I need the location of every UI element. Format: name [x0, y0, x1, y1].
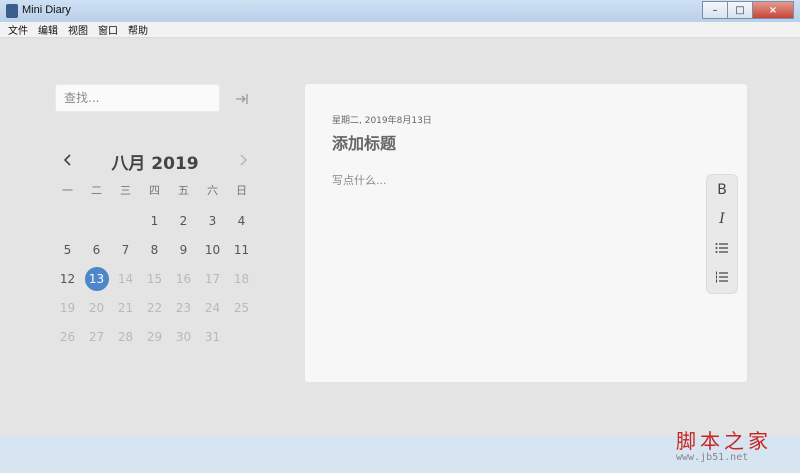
window-controls: – □ ×	[702, 1, 794, 19]
entry-date: 星期二, 2019年8月13日	[332, 116, 432, 126]
menu-view[interactable]: 视图	[68, 22, 88, 37]
app-content: 八月 2019 一 二 三 四 五 六 日 123456789101112131…	[0, 39, 800, 463]
italic-button[interactable]: I	[707, 207, 737, 231]
diary-editor: 星期二, 2019年8月13日 添加标题 写点什么... B I	[305, 84, 747, 382]
calendar-week-row: 5 6 7 8 9 10 11	[53, 235, 256, 264]
close-button[interactable]: ×	[752, 1, 794, 19]
watermark-url: www.jb51.net	[676, 452, 749, 463]
calendar-day[interactable]: 8	[140, 235, 169, 264]
calendar-week-row: 1234	[53, 206, 256, 235]
calendar-day[interactable]: 15	[140, 264, 169, 293]
calendar-day[interactable]: 23	[169, 293, 198, 322]
calendar-day[interactable]: 19	[53, 293, 82, 322]
calendar-week-row: 26 27 28 29 30 31	[53, 322, 256, 351]
entry-body-input[interactable]: 写点什么...	[332, 172, 387, 188]
calendar-day[interactable]: 22	[140, 293, 169, 322]
weekday-label: 三	[120, 184, 131, 197]
calendar-month-title: 八月 2019	[111, 154, 199, 174]
calendar-day[interactable]: 17	[198, 264, 227, 293]
entry-title-input[interactable]: 添加标题	[332, 130, 396, 154]
calendar-header: 八月 2019	[55, 149, 255, 174]
calendar-day[interactable]: 13	[82, 264, 111, 293]
calendar-day[interactable]: 31	[198, 322, 227, 351]
calendar-day[interactable]: 1	[140, 206, 169, 235]
window-title: Mini Diary	[22, 4, 71, 16]
calendar-day[interactable]: 26	[53, 322, 82, 351]
search-input[interactable]	[55, 84, 220, 112]
selected-day-label: 13	[84, 266, 109, 291]
menu-bar: 文件 编辑 视图 窗口 帮助	[0, 22, 800, 38]
maximize-button[interactable]: □	[727, 1, 752, 19]
menu-edit[interactable]: 编辑	[38, 22, 58, 37]
calendar-day[interactable]: 2	[169, 206, 198, 235]
weekday-label: 日	[236, 184, 247, 197]
watermark-text: 脚本之家	[676, 429, 772, 453]
calendar-day[interactable]: 12	[53, 264, 82, 293]
calendar-day[interactable]: 28	[111, 322, 140, 351]
format-toolbar: B I	[706, 174, 738, 294]
weekday-row: 一 二 三 四 五 六 日	[53, 182, 256, 198]
bullet-list-icon[interactable]	[707, 236, 737, 260]
calendar-day[interactable]: 7	[111, 235, 140, 264]
calendar-day[interactable]: 9	[169, 235, 198, 264]
calendar-day[interactable]: 5	[53, 235, 82, 264]
weekday-label: 六	[207, 184, 218, 197]
window-titlebar: Mini Diary – □ ×	[0, 0, 800, 23]
menu-file[interactable]: 文件	[8, 22, 28, 37]
bold-button[interactable]: B	[707, 178, 737, 202]
menu-help[interactable]: 帮助	[128, 22, 148, 37]
calendar-empty-cell	[53, 206, 82, 235]
weekday-label: 五	[178, 184, 189, 197]
calendar-day[interactable]: 27	[82, 322, 111, 351]
calendar-day[interactable]: 20	[82, 293, 111, 322]
calendar-day[interactable]: 29	[140, 322, 169, 351]
weekday-label: 一	[62, 184, 73, 197]
calendar-day[interactable]: 25	[227, 293, 256, 322]
weekday-label: 四	[149, 184, 160, 197]
chevron-right-icon[interactable]	[235, 152, 251, 168]
calendar-week-row: 19 20 21 22 23 24 25	[53, 293, 256, 322]
site-watermark: 脚本之家 www.jb51.net	[676, 425, 796, 473]
minimize-button[interactable]: –	[702, 1, 727, 19]
calendar-day[interactable]: 21	[111, 293, 140, 322]
calendar-day[interactable]: 16	[169, 264, 198, 293]
chevron-left-icon[interactable]	[60, 152, 76, 168]
calendar-day[interactable]: 3	[198, 206, 227, 235]
calendar-day[interactable]: 24	[198, 293, 227, 322]
calendar-day[interactable]: 18	[227, 264, 256, 293]
numbered-list-icon[interactable]	[707, 265, 737, 289]
calendar-grid: 1 2 3 4 5 6 7 8 9 10 11 12 13 14 15 16 17 18 19 20 21 22 23 24 2…	[53, 206, 256, 351]
calendar-week-row: 12 13 14 15 16 17 18	[53, 264, 256, 293]
calendar-day[interactable]: 14	[111, 264, 140, 293]
calendar-day[interactable]: 10	[198, 235, 227, 264]
calendar-day[interactable]: 6	[82, 235, 111, 264]
calendar-empty-cell	[111, 206, 140, 235]
menu-window[interactable]: 窗口	[98, 22, 118, 37]
app-icon	[6, 4, 18, 18]
weekday-label: 二	[91, 184, 102, 197]
calendar-day[interactable]: 11	[227, 235, 256, 264]
calendar-day[interactable]: 4	[227, 206, 256, 235]
calendar-day[interactable]: 30	[169, 322, 198, 351]
calendar-empty-cell	[227, 322, 256, 351]
collapse-sidebar-icon[interactable]	[234, 91, 250, 107]
calendar-empty-cell	[82, 206, 111, 235]
